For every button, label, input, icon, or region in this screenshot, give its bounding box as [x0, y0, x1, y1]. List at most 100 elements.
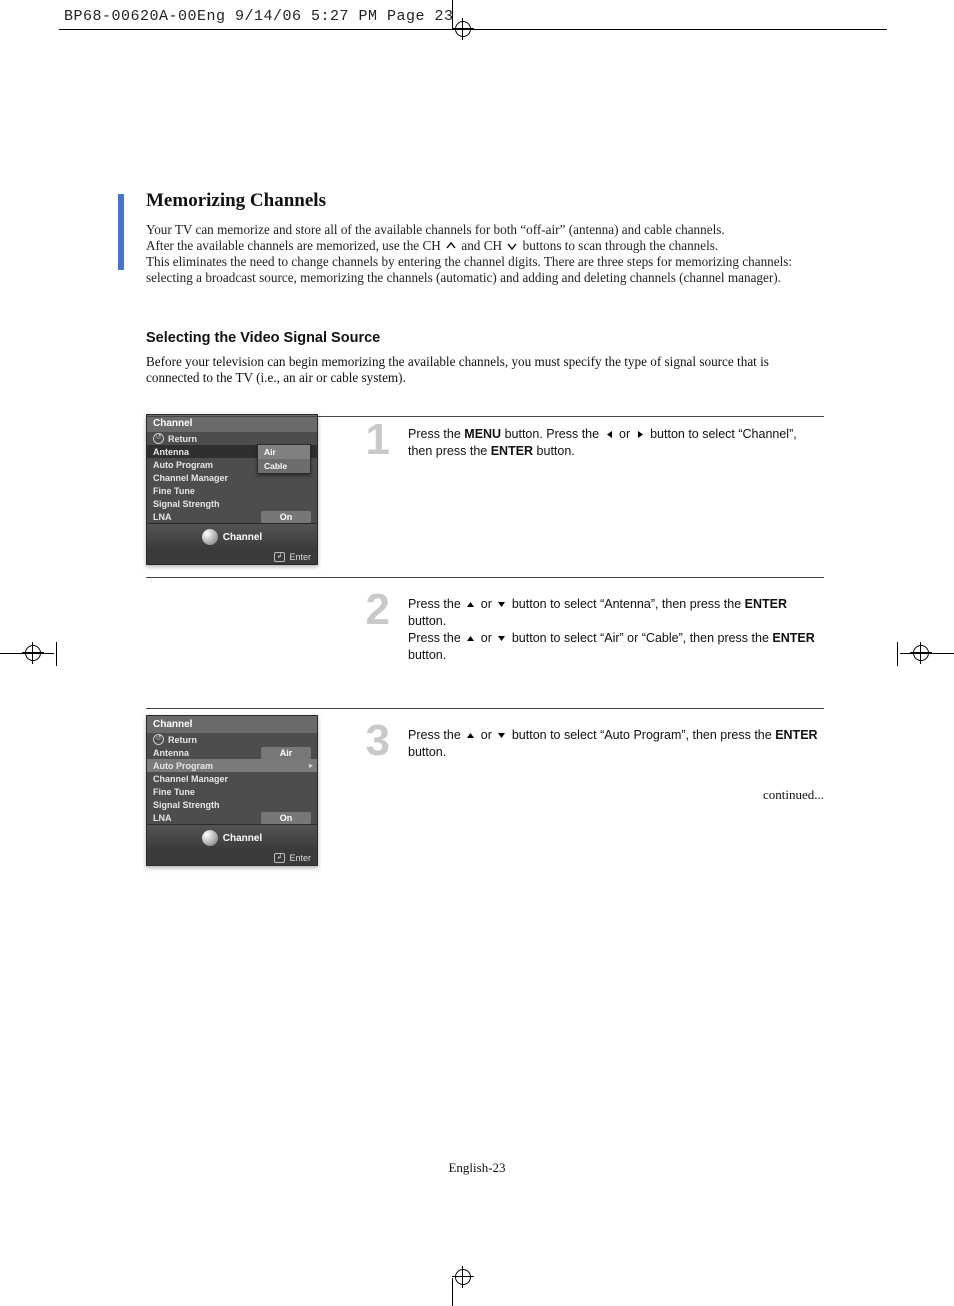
menu1-channelmanager-label: Channel Manager: [153, 473, 228, 483]
menu1-logo-icon: [202, 529, 218, 545]
menu2-enter-label: Enter: [289, 853, 311, 863]
enter-icon: ↲: [274, 552, 286, 562]
return-icon: ↺: [153, 433, 164, 444]
t: button. Press the: [501, 427, 602, 441]
t: button to select “Antenna”, then press t…: [512, 597, 745, 611]
t: MENU: [464, 427, 501, 441]
t: or: [619, 427, 634, 441]
menu2-return: ↺ Return: [147, 733, 317, 746]
menu1-return-label: Return: [168, 434, 197, 444]
down-arrow-icon: [497, 631, 506, 648]
intro-line-2b: and CH: [461, 238, 505, 253]
slug-line: BP68-00620A-00Eng 9/14/06 5:27 PM Page 2…: [64, 8, 454, 25]
t: or: [481, 631, 496, 645]
page-title: Memorizing Channels: [146, 190, 824, 212]
menu1-antenna-opt-cable: Cable: [258, 459, 310, 473]
t: or: [481, 597, 496, 611]
t: ENTER: [775, 728, 817, 742]
step-2-number: 2: [326, 578, 390, 632]
step-3-number: 3: [326, 709, 390, 763]
menu2-footer: Channel: [147, 824, 317, 851]
t: ENTER: [745, 597, 787, 611]
page-number: English-23: [448, 1160, 505, 1176]
step-3-text: Press the or button to select “Auto Prog…: [390, 709, 824, 761]
steps-block-lower: Channel ↺ Return Antenna Air Auto Progra…: [146, 708, 824, 878]
lead-paragraph: Before your television can begin memoriz…: [146, 354, 824, 386]
menu1-footer-label: Channel: [223, 532, 262, 543]
menu2-finetune-label: Fine Tune: [153, 787, 195, 797]
up-arrow-icon: [466, 597, 475, 614]
subheading: Selecting the Video Signal Source: [146, 330, 824, 346]
menu2-statusbar: ↲ Enter: [147, 851, 317, 865]
menu1-lna: LNA On: [147, 510, 317, 523]
t: button.: [408, 614, 446, 628]
right-arrow-icon: [636, 427, 645, 444]
t: Press the: [408, 631, 464, 645]
menu1-antenna-dropdown: Air Cable: [257, 444, 311, 474]
crop-tick-left: [56, 642, 57, 666]
intro-line-4: selecting a broadcast source, memorizing…: [146, 270, 781, 285]
intro-line-3: This eliminates the need to change chann…: [146, 254, 792, 269]
accent-bar: [118, 194, 124, 270]
menu2-lna-value: On: [261, 812, 311, 824]
menu2-footer-label: Channel: [223, 833, 262, 844]
menu1-antenna-opt-air: Air: [258, 445, 310, 459]
down-arrow-icon: [497, 728, 506, 745]
continued-label: continued...: [763, 787, 824, 803]
t: Press the: [408, 427, 464, 441]
up-arrow-icon: [466, 631, 475, 648]
onscreen-menu-2: Channel ↺ Return Antenna Air Auto Progra…: [146, 715, 318, 866]
menu1-autoprogram-label: Auto Program: [153, 460, 213, 470]
registration-mark-left: [22, 642, 44, 664]
menu1-finetune: Fine Tune: [147, 484, 317, 497]
left-arrow-icon: [605, 427, 614, 444]
menu2-title: Channel: [147, 716, 317, 733]
intro-line-1: Your TV can memorize and store all of th…: [146, 222, 725, 237]
menu2-antenna: Antenna Air: [147, 746, 317, 759]
down-arrow-icon: [497, 597, 506, 614]
step-2-text: Press the or button to select “Antenna”,…: [390, 578, 824, 664]
menu2-antenna-label: Antenna: [153, 748, 189, 758]
intro-paragraph: Your TV can memorize and store all of th…: [146, 222, 824, 286]
steps-block: Channel ↺ Return Antenna Auto Program: [146, 408, 824, 668]
menu1-antenna-label: Antenna: [153, 447, 189, 457]
menu1-statusbar: ↲ Enter: [147, 550, 317, 564]
step-2: 2 Press the or button to select “Antenna…: [146, 577, 824, 668]
t: ENTER: [772, 631, 814, 645]
t: button.: [408, 745, 446, 759]
registration-mark-right: [910, 642, 932, 664]
menu2-channelmanager-label: Channel Manager: [153, 774, 228, 784]
page-content: Memorizing Channels Your TV can memorize…: [118, 190, 824, 878]
onscreen-menu-1: Channel ↺ Return Antenna Auto Program: [146, 414, 318, 565]
step-3: Channel ↺ Return Antenna Air Auto Progra…: [146, 708, 824, 878]
t: button.: [408, 648, 446, 662]
menu1-lna-label: LNA: [153, 512, 172, 522]
menu2-autoprogram-label: Auto Program: [153, 761, 213, 771]
t: Press the: [408, 728, 464, 742]
ch-down-icon: [507, 239, 517, 255]
menu1-signalstrength: Signal Strength: [147, 497, 317, 510]
menu2-logo-icon: [202, 830, 218, 846]
menu2-lna-label: LNA: [153, 813, 172, 823]
menu1-title: Channel: [147, 415, 317, 432]
menu2-lna: LNA On: [147, 811, 317, 824]
t: Press the: [408, 597, 464, 611]
menu1-signalstrength-label: Signal Strength: [153, 499, 220, 509]
t: button.: [533, 444, 575, 458]
t: or: [481, 728, 496, 742]
menu1-enter-label: Enter: [289, 552, 311, 562]
step-1: Channel ↺ Return Antenna Auto Program: [146, 408, 824, 577]
menu2-channelmanager: Channel Manager: [147, 772, 317, 785]
menu2-autoprogram: Auto Program ▸: [147, 759, 317, 772]
t: ENTER: [491, 444, 533, 458]
menu2-return-label: Return: [168, 735, 197, 745]
menu2-signalstrength: Signal Strength: [147, 798, 317, 811]
registration-mark-top: [452, 18, 474, 40]
intro-line-2c: buttons to scan through the channels.: [523, 238, 719, 253]
menu1-footer: Channel: [147, 523, 317, 550]
intro-line-2a: After the available channels are memoriz…: [146, 238, 444, 253]
return-icon: ↺: [153, 734, 164, 745]
up-arrow-icon: [466, 728, 475, 745]
menu2-finetune: Fine Tune: [147, 785, 317, 798]
menu2-signalstrength-label: Signal Strength: [153, 800, 220, 810]
